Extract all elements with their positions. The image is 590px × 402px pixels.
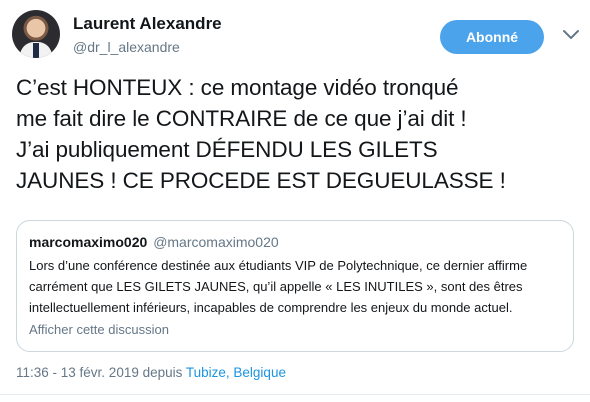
author-name[interactable]: Laurent Alexandre [73,14,222,34]
quoted-tweet[interactable]: marcomaximo020 @marcomaximo020 Lors d’un… [16,220,574,352]
chevron-down-icon[interactable] [562,28,580,42]
quoted-line: intellectuellement inférieurs, incapable… [29,300,513,315]
tweet-line: J’ai publiquement DÉFENDU LES GILETS [16,137,438,162]
tweet-line: C’est HONTEUX : ce montage vidéo tronqué [16,75,459,100]
tweet-header: Laurent Alexandre @dr_l_alexandre Abonné [10,8,582,60]
quoted-author-name: marcomaximo020 [29,234,148,250]
tweet-line: JAUNES ! CE PROCEDE EST DEGUEULASSE ! [16,168,506,193]
avatar[interactable] [12,10,60,58]
author-handle[interactable]: @dr_l_alexandre [73,39,222,55]
tweet-line: me fait dire le CONTRAIRE de ce que j’ai… [16,106,467,131]
tweet-location-link[interactable]: Tubize, Belgique [186,365,286,380]
divider [0,394,590,395]
tweet-datetime[interactable]: 11:36 - 13 févr. 2019 depuis [16,365,182,380]
follow-button[interactable]: Abonné [440,20,544,54]
author-block: Laurent Alexandre @dr_l_alexandre [73,14,222,55]
show-thread-link[interactable]: Afficher cette discussion [29,322,169,337]
quoted-author: marcomaximo020 @marcomaximo020 [29,234,279,250]
quoted-text: Lors d’une conférence destinée aux étudi… [29,255,565,318]
quoted-author-handle: @marcomaximo020 [153,234,279,250]
quoted-line: Lors d’une conférence destinée aux étudi… [29,258,528,273]
tweet-text: C’est HONTEUX : ce montage vidéo tronqué… [16,72,584,196]
quoted-line: carrément que LES GILETS JAUNES, qu’il a… [29,279,523,294]
tweet-metadata: 11:36 - 13 févr. 2019 depuis Tubize, Bel… [16,365,286,380]
